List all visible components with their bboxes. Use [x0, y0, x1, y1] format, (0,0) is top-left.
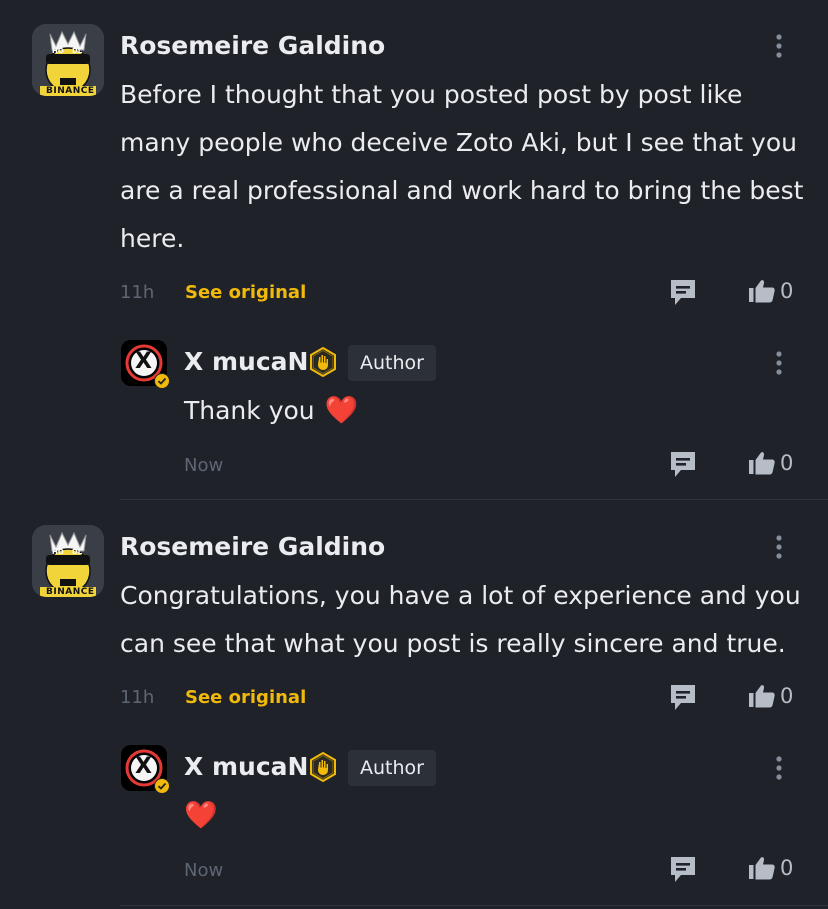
reply-content: ❤️ [184, 797, 218, 835]
more-vertical-icon[interactable] [767, 32, 791, 60]
divider [120, 905, 828, 906]
avatar-text-right: DL [72, 47, 83, 55]
like-count: 0 [780, 451, 794, 475]
reply-text: Thank you [184, 396, 315, 425]
comment-icon[interactable] [669, 855, 697, 885]
more-vertical-icon[interactable] [767, 349, 791, 377]
verified-check-icon [154, 778, 170, 794]
avatar-text-bottom: BINANCE [46, 587, 95, 597]
avatar-text-left: HO [52, 47, 64, 55]
like-count: 0 [780, 684, 794, 708]
user-avatar[interactable]: HO DL BINANCE [32, 24, 104, 96]
comment-time: 11h [120, 282, 155, 303]
author-avatar[interactable]: X [121, 340, 170, 389]
author-badge: Author [348, 345, 436, 381]
thumbs-up-icon [749, 279, 775, 303]
like-button[interactable]: 0 [749, 451, 793, 475]
comment-author-name[interactable]: Rosemeire Galdino [120, 532, 385, 561]
avatar-letter: X [135, 349, 152, 374]
divider [120, 499, 828, 500]
more-vertical-icon[interactable] [767, 533, 791, 561]
avatar-text-left: HO [52, 548, 64, 556]
avatar-text-bottom: BINANCE [46, 86, 95, 96]
thumbs-up-icon [749, 856, 775, 880]
avatar-text-right: DL [72, 548, 83, 556]
avatar-letter: X [135, 754, 152, 779]
like-button[interactable]: 0 [749, 684, 793, 708]
hand-level-badge-icon [308, 752, 338, 782]
comment-text: Congratulations, you have a lot of exper… [120, 581, 801, 658]
reply-author-name[interactable]: X mucaN [184, 347, 308, 376]
like-button[interactable]: 0 [749, 279, 793, 303]
comment-author-name[interactable]: Rosemeire Galdino [120, 31, 385, 60]
reply-content: Thank you ❤️ [184, 392, 358, 430]
reply-time: Now [184, 860, 224, 881]
comment-text: Before I thought that you posted post by… [120, 80, 804, 253]
like-count: 0 [780, 856, 794, 880]
comment-icon[interactable] [669, 278, 697, 308]
comment-time: 11h [120, 687, 155, 708]
like-count: 0 [780, 279, 794, 303]
thumbs-up-icon [749, 451, 775, 475]
more-vertical-icon[interactable] [767, 754, 791, 782]
see-original-link[interactable]: See original [185, 282, 306, 303]
user-avatar[interactable]: HO DL BINANCE [32, 525, 104, 597]
hand-level-badge-icon [308, 347, 338, 377]
reply-author-name[interactable]: X mucaN [184, 752, 308, 781]
heart-emoji: ❤️ [184, 800, 218, 831]
like-button[interactable]: 0 [749, 856, 793, 880]
heart-emoji: ❤️ [324, 395, 359, 426]
reply-time: Now [184, 455, 224, 476]
thumbs-up-icon [749, 684, 775, 708]
comment-icon[interactable] [669, 683, 697, 713]
author-avatar[interactable]: X [121, 745, 170, 794]
verified-check-icon [154, 373, 170, 389]
comment-icon[interactable] [669, 450, 697, 480]
author-badge: Author [348, 750, 436, 786]
see-original-link[interactable]: See original [185, 687, 306, 708]
